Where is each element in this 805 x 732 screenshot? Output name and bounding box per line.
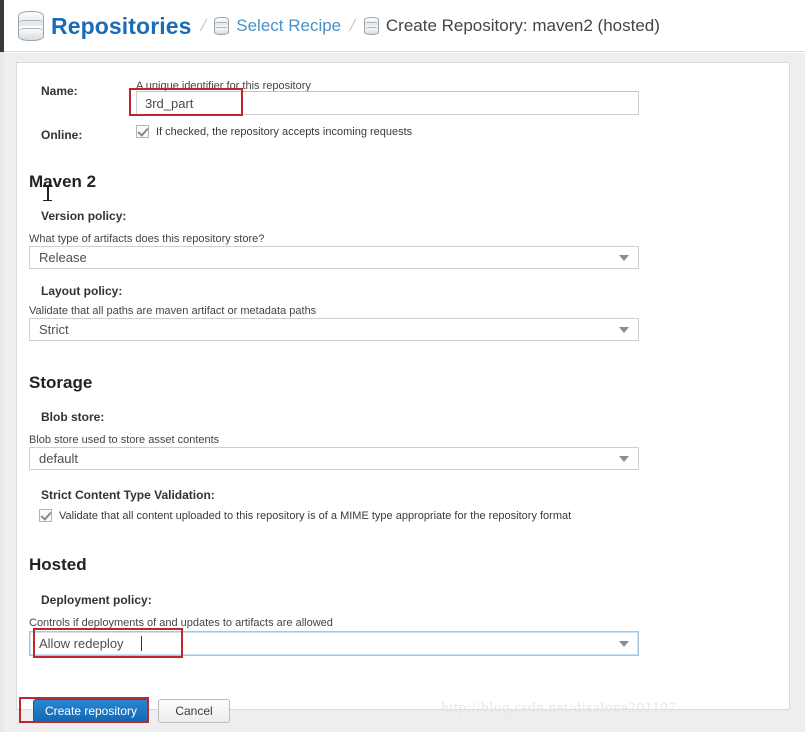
page-header: Repositories / Select Recipe / Create Re… [4,0,805,52]
create-repository-form-panel: Name: A unique identifier for this repos… [16,62,790,723]
blob-store-value: default [39,451,79,466]
layout-policy-help: Validate that all paths are maven artifa… [29,305,317,317]
version-policy-select[interactable]: Release [29,246,639,269]
cancel-button[interactable]: Cancel [158,699,230,723]
name-input[interactable] [136,91,639,115]
maven2-section-heading: Maven 2 [29,172,97,191]
online-checkbox[interactable] [136,125,149,138]
strict-content-type-checkbox-label: Validate that all content uploaded to th… [59,509,572,522]
chevron-down-icon [619,254,629,261]
watermark-text: http://blog.csdn.net/disalone201107 [441,700,677,716]
breadcrumb-separator-2: / [347,16,358,35]
blob-store-label: Blob store: [41,410,105,424]
blob-store-help: Blob store used to store asset contents [29,434,220,446]
version-policy-value: Release [39,250,87,265]
storage-section-heading: Storage [29,373,93,392]
breadcrumb-item-repositories[interactable]: Repositories [18,11,192,41]
layout-policy-value: Strict [39,322,69,337]
breadcrumb-item-create-repository: Create Repository: maven2 (hosted) [363,16,660,36]
database-icon [18,11,44,41]
deployment-policy-label: Deployment policy: [41,593,152,607]
database-icon [363,17,379,35]
strict-content-type-checkbox-row[interactable]: Validate that all content uploaded to th… [39,509,571,522]
application-root: Repositories / Select Recipe / Create Re… [0,0,805,732]
deployment-policy-value: Allow redeploy [39,636,124,651]
version-policy-help: What type of artifacts does this reposit… [29,233,265,245]
chevron-down-icon [619,326,629,333]
breadcrumb-separator-1: / [198,16,208,35]
database-icon [214,17,230,35]
hosted-section-heading: Hosted [29,555,87,574]
blob-store-select[interactable]: default [29,447,639,470]
strict-content-type-label: Strict Content Type Validation: [41,488,215,502]
version-policy-label: Version policy: [41,209,127,223]
deployment-policy-select[interactable]: Allow redeploy [29,631,639,656]
deployment-policy-help: Controls if deployments of and updates t… [29,617,333,629]
layout-policy-label: Layout policy: [41,284,123,298]
layout-policy-select[interactable]: Strict [29,318,639,341]
breadcrumb-item-label: Select Recipe [236,16,342,35]
breadcrumb-item-select-recipe[interactable]: Select Recipe [214,16,341,36]
breadcrumb: Repositories / Select Recipe / Create Re… [18,0,660,52]
mouse-cursor-ibeam [43,185,52,201]
chevron-down-icon [619,640,629,647]
online-checkbox-row[interactable]: If checked, the repository accepts incom… [136,125,412,138]
create-repository-button[interactable]: Create repository [33,699,149,723]
chevron-down-icon [619,455,629,462]
online-checkbox-label: If checked, the repository accepts incom… [156,125,413,138]
strict-content-type-checkbox[interactable] [39,509,52,522]
breadcrumb-item-label: Create Repository: maven2 (hosted) [385,16,660,35]
text-cursor [141,636,142,651]
name-field-label: Name: [41,84,78,98]
online-field-label: Online: [41,128,83,142]
breadcrumb-root-label: Repositories [51,12,192,39]
